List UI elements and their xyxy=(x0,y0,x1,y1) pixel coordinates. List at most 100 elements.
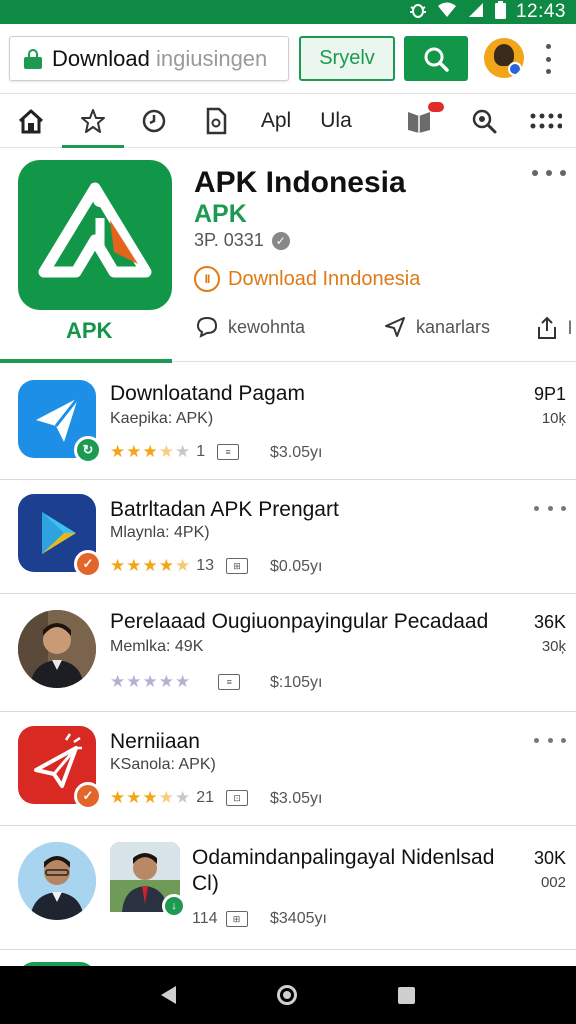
app-developer: Kaepika: APK) xyxy=(110,410,214,427)
account-badge-icon xyxy=(508,62,522,76)
app-percent: 10ķ xyxy=(541,410,566,427)
star-icon xyxy=(81,109,105,133)
app-root: 12:43 Download ingiusingen Sryelv Apl Ul… xyxy=(0,0,576,1024)
tab-calendar[interactable] xyxy=(396,94,444,148)
app-price: $3.05yı xyxy=(270,790,323,807)
nav-tabs: Apl Ula xyxy=(0,94,576,149)
app-icon[interactable] xyxy=(18,160,172,310)
app-icon: ↻ xyxy=(18,380,102,464)
tab-favorites[interactable] xyxy=(62,94,124,149)
rating-stars: ★ ★ ★ ★ ★ xyxy=(110,672,191,691)
recent-apps-icon[interactable] xyxy=(398,986,416,1004)
app-title: Odamindanpalingayal Nidenlsad xyxy=(192,846,495,869)
app-size: 30K xyxy=(533,848,566,868)
tab-more-apps[interactable] xyxy=(524,94,568,148)
app-icon xyxy=(18,610,96,688)
app-developer: Mlaynla: 4PK) xyxy=(110,524,210,541)
tab-search[interactable] xyxy=(462,94,506,148)
version-text: 3P. 0331 xyxy=(194,230,264,250)
app-icon-label: APK xyxy=(66,318,113,343)
more-vert-icon[interactable] xyxy=(540,44,556,74)
app-rating: ★ ★ ★ ★ ★ 21 ⊡ xyxy=(110,788,249,808)
list-icon: ⊡ xyxy=(226,790,249,806)
rating-stars: ★ ★ ★ ★ ★ xyxy=(110,442,191,461)
rating-count: 114 xyxy=(192,910,218,927)
search-value: Download xyxy=(52,45,150,71)
rating-stars: ★ ★ ★ ★ ★ xyxy=(110,788,191,807)
share-label: l xyxy=(568,317,572,338)
app-percent: 002 xyxy=(540,874,566,891)
profile-avatar[interactable] xyxy=(484,38,524,78)
download-status-text: Download Inndonesia xyxy=(228,267,421,290)
person-photo-icon xyxy=(18,610,96,688)
app-icon: ✓ xyxy=(18,494,102,578)
signal-icon xyxy=(467,2,485,22)
search-icon xyxy=(424,47,449,72)
app-price: $0.05yı xyxy=(270,558,323,575)
list-item[interactable]: ✓ Nerniiaan KSanola: APK) ★ ★ ★ ★ ★ 21 ⊡ $3.… xyxy=(0,712,576,826)
tab-documents[interactable] xyxy=(194,94,238,148)
send-action[interactable]: kanarlars xyxy=(384,316,490,338)
list-item[interactable]: ↓ Odamindanpalingayal Nidenlsad Cl) 114 … xyxy=(0,826,576,950)
search-input[interactable]: Download ingiusingen xyxy=(9,36,289,81)
featured-app-card: APK APK Indonesia APK 3P. 0331 ✓ II Down… xyxy=(0,148,576,363)
app-rating: ★ ★ ★ ★ ★ ≡ xyxy=(110,672,241,692)
app-title: Downloatand Pagam xyxy=(110,382,305,405)
more-horiz-icon[interactable] xyxy=(534,504,566,512)
home-circle-icon[interactable] xyxy=(276,985,297,1005)
comment-action[interactable]: kewohnta xyxy=(196,316,305,338)
notification-badge xyxy=(428,102,444,112)
app-thumbnail: ↓ xyxy=(110,842,186,918)
app-icon xyxy=(18,842,96,920)
rating-stars: ★ ★ ★ ★ ★ xyxy=(110,556,191,575)
list-item[interactable]: ↻ Downloatand Pagam Kaepika: APK) ★ ★ ★ ★ ★ … xyxy=(0,366,576,480)
more-horiz-icon[interactable] xyxy=(534,736,566,744)
rating-count: 21 xyxy=(196,789,215,806)
list-item[interactable]: ✓ Batrltadan APK Prengart Mlaynla: 4PK) … xyxy=(0,480,576,594)
app-list: ↻ Downloatand Pagam Kaepika: APK) ★ ★ ★ ★ ★ … xyxy=(0,366,576,966)
search-suggestion-text: ingiusingen xyxy=(155,45,268,71)
update-badge-icon: ↻ xyxy=(74,436,102,464)
app-size: 9P1 xyxy=(533,384,566,404)
app-percent: 30ķ xyxy=(541,638,566,655)
home-icon xyxy=(18,109,44,134)
share-action[interactable]: l xyxy=(536,316,572,340)
send-icon xyxy=(385,317,405,337)
tab-history[interactable] xyxy=(132,94,176,148)
download-badge-icon: ↓ xyxy=(162,894,186,918)
list-icon: ⊞ xyxy=(226,558,249,574)
clock-icon xyxy=(142,109,166,133)
app-developer: Memlka: 49K xyxy=(110,638,204,655)
grid-icon xyxy=(530,113,562,129)
verified-check-icon: ✓ xyxy=(271,231,290,250)
rating-count: 1 xyxy=(196,443,206,460)
app-rating: ★ ★ ★ ★ ★ 1 ≡ xyxy=(110,442,240,462)
back-icon[interactable] xyxy=(160,986,176,1004)
search-button[interactable] xyxy=(404,36,468,81)
comment-label: kewohnta xyxy=(228,316,306,337)
share-icon xyxy=(538,316,556,339)
app-title-line2: Cl) xyxy=(192,872,219,895)
document-icon xyxy=(206,107,227,135)
suggest-button[interactable]: Sryelv xyxy=(299,36,395,81)
list-icon: ⊞ xyxy=(225,911,248,927)
app-title: APK Indonesia xyxy=(194,166,406,199)
more-horiz-icon[interactable] xyxy=(532,168,566,178)
list-icon: ≡ xyxy=(218,674,241,690)
tab-home[interactable] xyxy=(8,94,54,148)
list-item[interactable]: Perelaaad Ougiuonpayingular Pecadaad Mem… xyxy=(0,594,576,712)
person-photo-icon xyxy=(18,842,96,920)
wifi-icon xyxy=(437,2,457,22)
list-icon: ≡ xyxy=(217,444,240,460)
pause-icon: II xyxy=(194,266,220,292)
tab-ula[interactable]: Ula xyxy=(314,94,358,148)
app-version: 3P. 0331 ✓ xyxy=(194,230,290,251)
bug-icon xyxy=(409,1,427,23)
download-status[interactable]: II Download Inndonesia xyxy=(194,266,420,292)
rating-count: 13 xyxy=(196,557,215,574)
system-navigation-bar xyxy=(0,966,576,1024)
app-developer: KSanola: APK) xyxy=(110,756,216,773)
comment-icon xyxy=(196,316,218,338)
tab-apl[interactable]: Apl xyxy=(254,94,298,148)
apk-logo-icon xyxy=(38,182,152,278)
